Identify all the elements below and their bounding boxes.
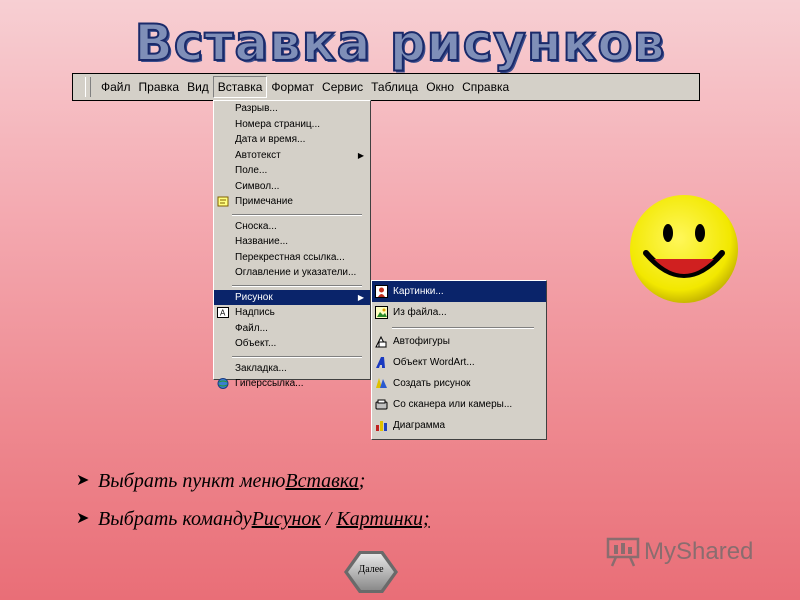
submenu-arrow-icon: ▶ bbox=[357, 292, 364, 302]
menu-item-date-time[interactable]: Дата и время... bbox=[214, 132, 370, 148]
menu-item-autotext[interactable]: Автотекст ▶ bbox=[214, 148, 370, 164]
chart-icon bbox=[376, 421, 387, 431]
submenu-item-clipart[interactable]: Картинки... bbox=[372, 281, 546, 302]
list-item: ➤ Выбрать команду Рисунок / Картинки; bbox=[76, 500, 430, 538]
svg-text:A: A bbox=[220, 309, 226, 318]
menu-item-label: Примечание bbox=[235, 196, 293, 207]
list-item: ➤ Выбрать пункт меню Вставка ; bbox=[76, 462, 430, 500]
menu-separator bbox=[214, 352, 370, 361]
menu-item-label: Диаграмма bbox=[393, 420, 446, 431]
menu-item-label: Надпись bbox=[235, 307, 275, 318]
insert-dropdown-menu: Разрыв... Номера страниц... Дата и время… bbox=[213, 100, 371, 389]
toolbar-grip[interactable] bbox=[85, 77, 91, 97]
menu-table[interactable]: Таблица bbox=[367, 77, 422, 97]
submenu-item-new-drawing[interactable]: Создать рисунок bbox=[372, 373, 546, 394]
menu-item-break[interactable]: Разрыв... bbox=[214, 101, 370, 117]
bullet-arrow-icon: ➤ bbox=[76, 510, 90, 527]
menu-tools[interactable]: Сервис bbox=[318, 77, 367, 97]
menu-edit[interactable]: Правка bbox=[135, 77, 184, 97]
menu-file[interactable]: Файл bbox=[97, 77, 135, 97]
watermark-text: MyShared bbox=[644, 538, 754, 565]
clipart-icon bbox=[375, 285, 388, 298]
bullet-text: Выбрать пункт меню bbox=[98, 470, 286, 492]
submenu-arrow-icon: ▶ bbox=[357, 150, 364, 160]
menu-item-label: Картинки... bbox=[393, 286, 444, 297]
menu-item-field[interactable]: Поле... bbox=[214, 163, 370, 179]
next-button[interactable]: Далее bbox=[343, 550, 399, 594]
textbox-icon: A bbox=[217, 307, 229, 318]
menu-item-footnote[interactable]: Сноска... bbox=[214, 219, 370, 235]
submenu-item-autoshapes[interactable]: Автофигуры bbox=[372, 331, 546, 352]
scanner-icon bbox=[375, 399, 388, 410]
menu-item-bookmark[interactable]: Закладка... bbox=[214, 361, 370, 377]
menu-bar: Файл Правка Вид Вставка Формат Сервис Та… bbox=[72, 73, 700, 101]
menu-item-page-numbers[interactable]: Номера страниц... bbox=[214, 117, 370, 133]
autoshapes-icon bbox=[375, 335, 387, 348]
menu-item-file[interactable]: Файл... bbox=[214, 321, 370, 337]
menu-item-picture[interactable]: Рисунок ▶ bbox=[214, 289, 370, 305]
menu-item-label: Создать рисунок bbox=[393, 378, 471, 389]
submenu-item-chart[interactable]: Диаграмма bbox=[372, 415, 546, 436]
bullet-suffix: ; bbox=[358, 470, 366, 492]
menu-item-symbol[interactable]: Символ... bbox=[214, 179, 370, 195]
bullet-arrow-icon: ➤ bbox=[76, 472, 90, 489]
menu-item-comment[interactable]: Примечание bbox=[214, 194, 370, 210]
hyperlink-icon bbox=[217, 378, 229, 389]
presentation-board-icon bbox=[606, 537, 640, 567]
menu-separator bbox=[214, 281, 370, 290]
menu-item-label: Со сканера или камеры... bbox=[393, 399, 513, 410]
menu-item-label: Объект WordArt... bbox=[393, 357, 475, 368]
draw-icon bbox=[376, 378, 387, 388]
menu-help[interactable]: Справка bbox=[458, 77, 513, 97]
smiley-icon bbox=[630, 195, 738, 303]
slide-title: Вставка рисунков bbox=[134, 13, 666, 73]
menu-item-label: Рисунок bbox=[235, 291, 273, 303]
note-icon bbox=[217, 196, 229, 207]
menu-item-object[interactable]: Объект... bbox=[214, 336, 370, 352]
menu-item-label: Автотекст bbox=[235, 149, 281, 161]
bullet-text: Выбрать команду bbox=[98, 508, 252, 530]
menu-item-textbox[interactable]: A Надпись bbox=[214, 305, 370, 321]
menu-item-hyperlink[interactable]: Гиперссылка... bbox=[214, 376, 370, 392]
watermark: MyShared bbox=[606, 537, 753, 567]
menu-item-label: Автофигуры bbox=[393, 336, 450, 347]
instruction-list: ➤ Выбрать пункт меню Вставка ; ➤ Выбрать… bbox=[76, 462, 430, 538]
menu-separator bbox=[372, 323, 546, 331]
picture-submenu: Картинки... Из файла... Автофигуры Объек… bbox=[371, 280, 547, 440]
bullet-separator: / bbox=[320, 508, 337, 530]
submenu-item-wordart[interactable]: Объект WordArt... bbox=[372, 352, 546, 373]
menu-view[interactable]: Вид bbox=[183, 77, 213, 97]
menu-item-cross-reference[interactable]: Перекрестная ссылка... bbox=[214, 250, 370, 266]
submenu-item-scanner[interactable]: Со сканера или камеры... bbox=[372, 394, 546, 415]
next-button-label: Далее bbox=[358, 564, 384, 575]
menu-item-label: Из файла... bbox=[393, 307, 447, 318]
submenu-item-from-file[interactable]: Из файла... bbox=[372, 302, 546, 323]
wordart-icon bbox=[376, 357, 385, 368]
menu-separator bbox=[214, 210, 370, 219]
menu-format[interactable]: Формат bbox=[267, 77, 318, 97]
menu-item-caption[interactable]: Название... bbox=[214, 234, 370, 250]
menu-item-index-tables[interactable]: Оглавление и указатели... bbox=[214, 265, 370, 281]
bullet-link-picture[interactable]: Рисунок bbox=[252, 505, 321, 533]
bullet-link-insert[interactable]: Вставка bbox=[285, 467, 358, 495]
image-file-icon bbox=[375, 306, 388, 319]
menu-insert[interactable]: Вставка bbox=[212, 76, 268, 98]
menu-window[interactable]: Окно bbox=[422, 77, 458, 97]
bullet-link-clipart[interactable]: Картинки; bbox=[336, 505, 429, 533]
menu-item-label: Гиперссылка... bbox=[235, 378, 304, 389]
